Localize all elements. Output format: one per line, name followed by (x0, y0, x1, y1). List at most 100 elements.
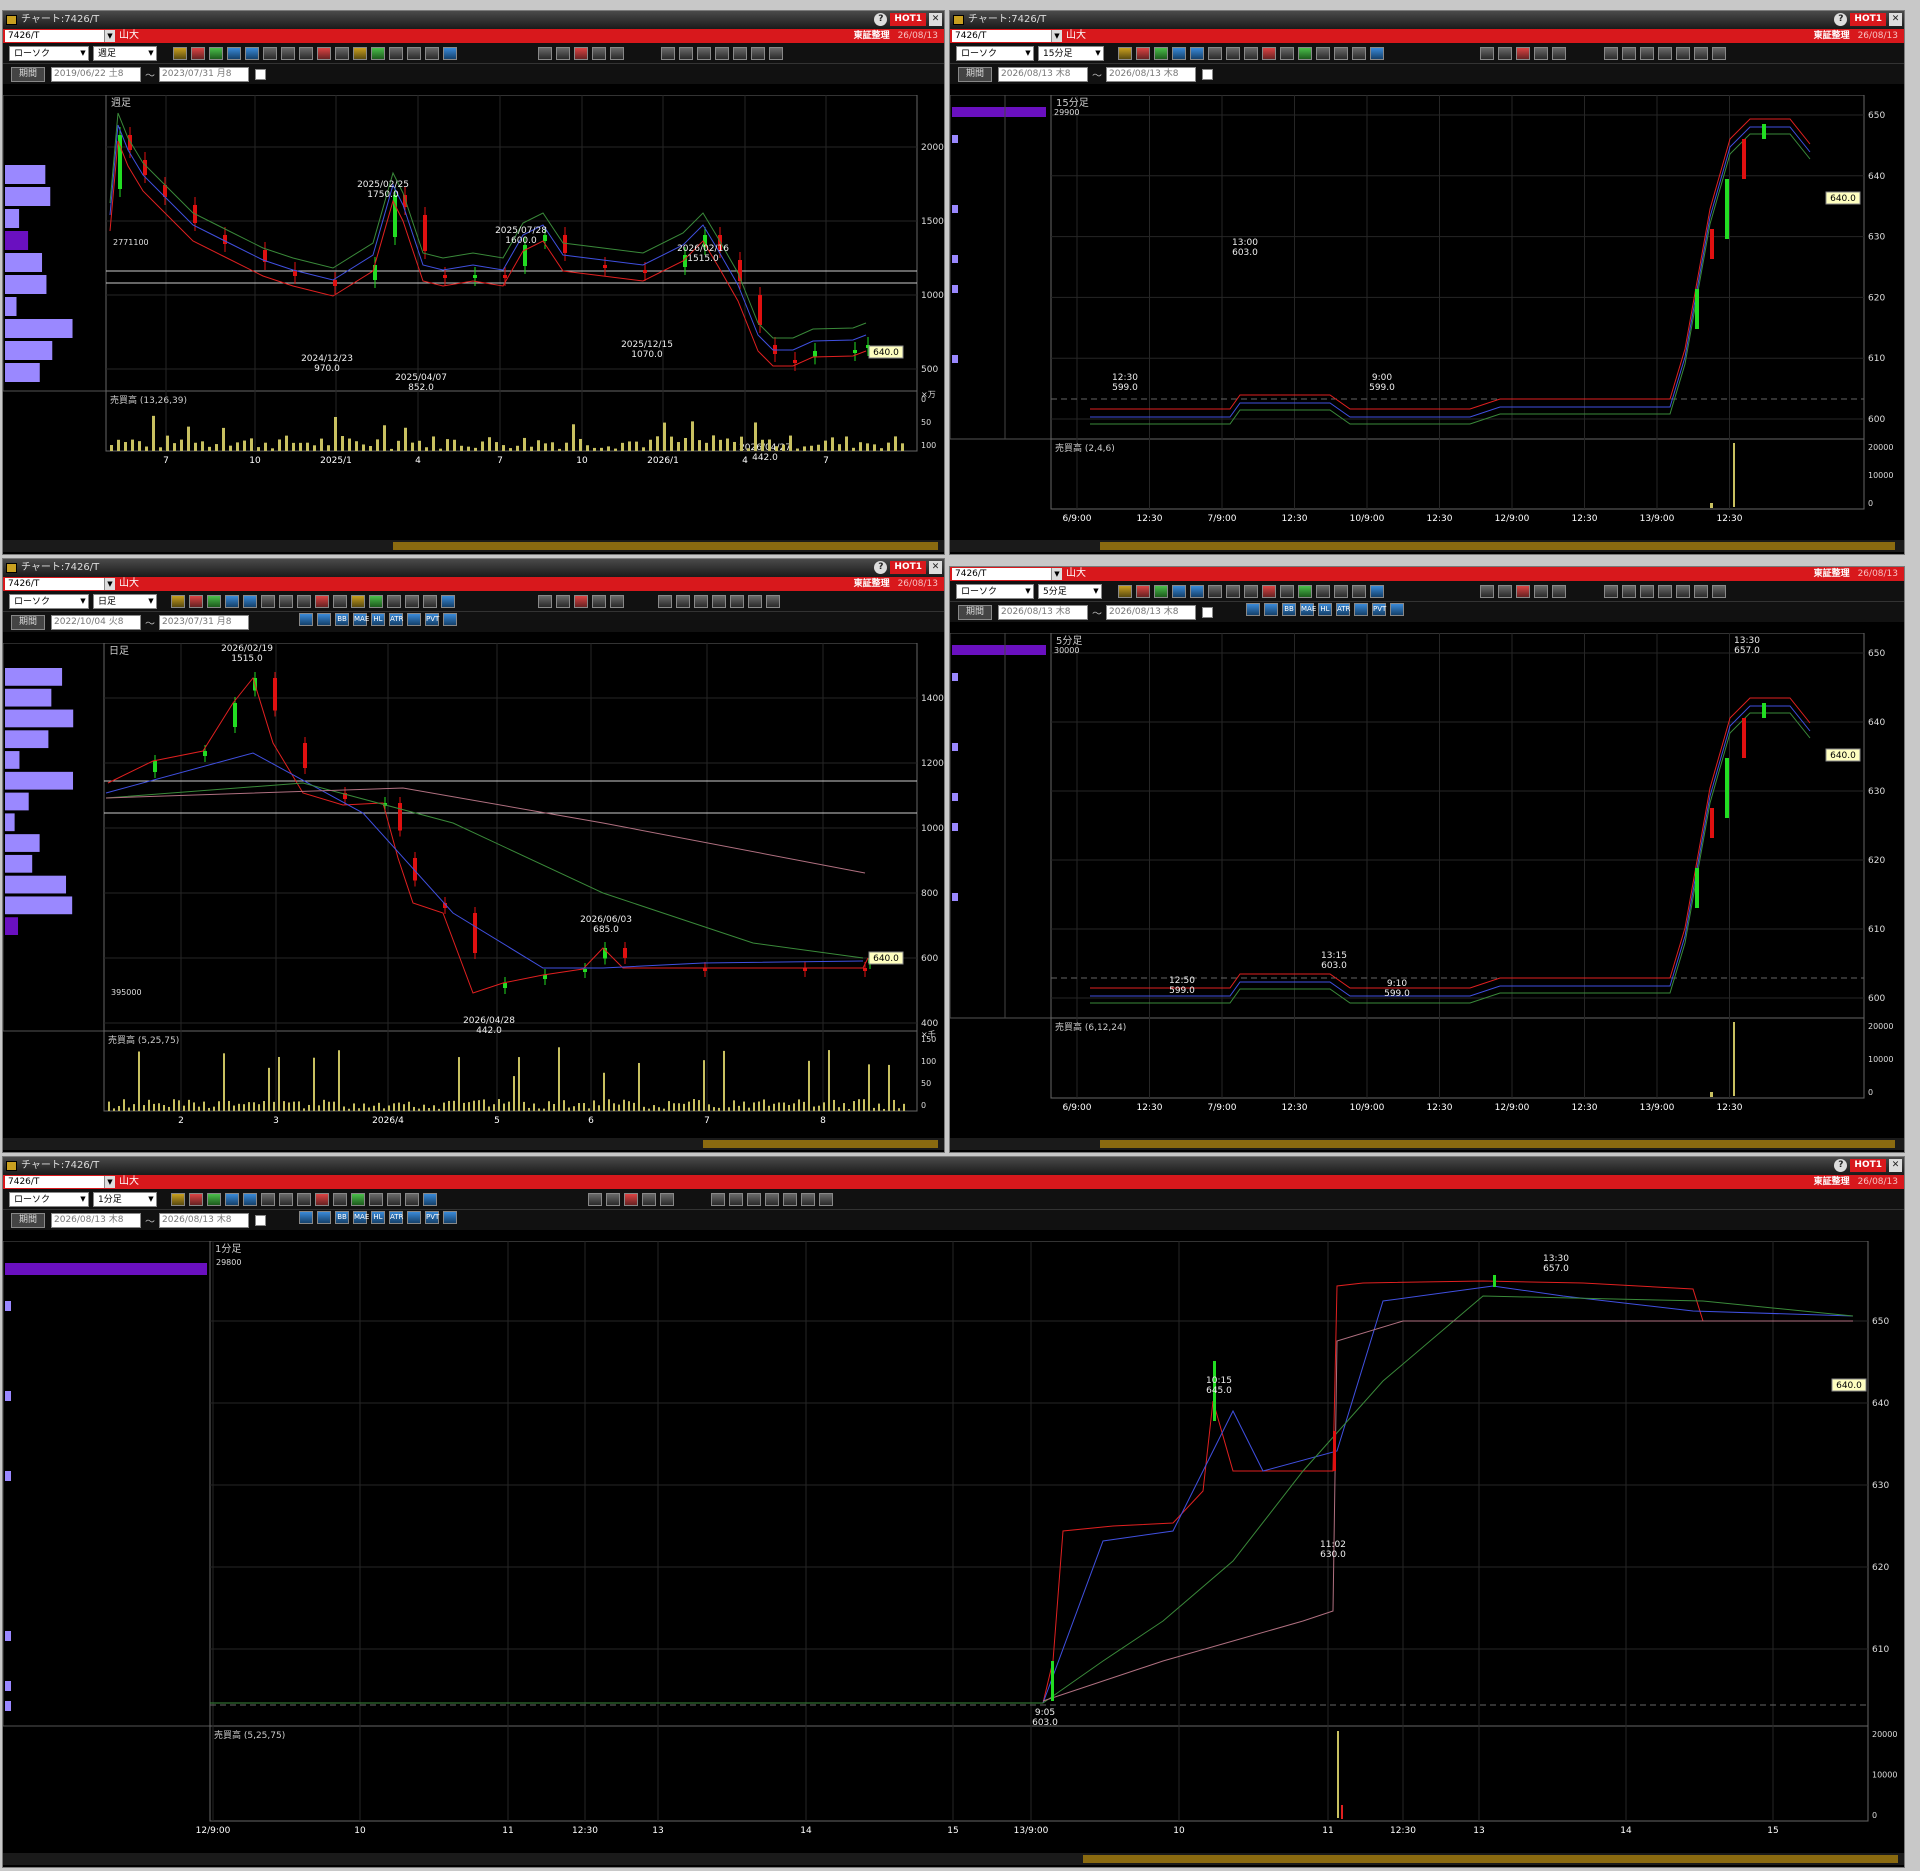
layout-icon[interactable] (748, 595, 762, 608)
cursor-icon[interactable] (1334, 585, 1348, 598)
indicator-icon[interactable] (299, 613, 313, 626)
indicator-atr[interactable]: ATR (389, 613, 403, 626)
indicator-bb[interactable]: BB (335, 613, 349, 626)
link-icon[interactable] (1552, 585, 1566, 598)
cursor-icon[interactable] (405, 595, 419, 608)
palette-icon[interactable] (1154, 47, 1168, 60)
indicator-hl[interactable]: HL (371, 613, 385, 626)
chart-type-select[interactable]: ローソク ▼ (9, 594, 89, 609)
layout-icon[interactable] (766, 595, 780, 608)
search-icon[interactable] (1226, 585, 1240, 598)
hot-button[interactable]: HOT1 (890, 561, 926, 574)
palette-icon[interactable] (1154, 585, 1168, 598)
date-to-input[interactable]: 2026/08/13 木8 (159, 1213, 249, 1228)
link-icon[interactable] (1552, 47, 1566, 60)
chevron-down-icon[interactable]: ▼ (1051, 568, 1062, 580)
check-icon[interactable] (1298, 585, 1312, 598)
layout-icon[interactable] (783, 1193, 797, 1206)
scrollbar-thumb[interactable] (393, 542, 938, 550)
layout-icon[interactable] (733, 47, 747, 60)
scrollbar-thumb[interactable] (703, 1140, 938, 1148)
layout-icon[interactable] (1658, 47, 1672, 60)
layout-icon[interactable] (694, 595, 708, 608)
layout-icon[interactable] (751, 47, 765, 60)
layout-icon[interactable] (1640, 585, 1654, 598)
layout-icon[interactable] (1658, 585, 1672, 598)
compare-icon[interactable] (1262, 585, 1276, 598)
checkbox[interactable] (255, 69, 266, 80)
chart-area[interactable]: 2000 1500 1000 500 7 10 2025/1 4 7 10 2026/1 4 7 週足売買… (3, 95, 944, 540)
all-icon[interactable] (1516, 585, 1530, 598)
help-icon[interactable]: ? (874, 561, 888, 574)
draw-icon[interactable] (1316, 47, 1330, 60)
globe-icon[interactable] (423, 1193, 437, 1206)
close-icon[interactable]: ✕ (929, 561, 942, 574)
indicator-atr[interactable]: ATR (1336, 603, 1350, 616)
cursor-icon[interactable] (387, 1193, 401, 1206)
chart-type-select[interactable]: ローソク ▼ (956, 46, 1034, 61)
cursor-icon[interactable] (1334, 47, 1348, 60)
zoom-icon[interactable] (1172, 585, 1186, 598)
layout-icon[interactable] (1622, 585, 1636, 598)
layout-icon[interactable] (1676, 585, 1690, 598)
close-icon[interactable]: ✕ (1889, 13, 1902, 26)
all-icon[interactable] (574, 595, 588, 608)
layout-icon[interactable] (1676, 47, 1690, 60)
window-titlebar[interactable]: チャート:7426/T ? HOT1 ✕ (3, 11, 944, 29)
link-icon[interactable] (660, 1193, 674, 1206)
compare-icon[interactable] (315, 1193, 329, 1206)
indicator-icon[interactable] (443, 1211, 457, 1224)
indicator-pvt[interactable]: PVT (425, 1211, 439, 1224)
layout-icon[interactable] (679, 47, 693, 60)
layout-icon[interactable] (711, 1193, 725, 1206)
layout-icon[interactable] (1640, 47, 1654, 60)
log-icon[interactable] (592, 595, 606, 608)
zoom-in-icon[interactable] (538, 47, 552, 60)
indicator-hl[interactable]: HL (1318, 603, 1332, 616)
draw-icon[interactable] (387, 595, 401, 608)
search-icon[interactable] (279, 595, 293, 608)
draw-icon[interactable] (389, 47, 403, 60)
print-icon[interactable] (1352, 585, 1366, 598)
chart-area[interactable]: 1400120010008006004002 3 2026/4 5 6 7 8日足売買高 (… (3, 643, 944, 1140)
chart-area[interactable]: 650 640 630 620 610 600 6/9:00 12:30 7/9:00 12:30… (950, 95, 1904, 540)
date-from-input[interactable]: 2026/08/13 木8 (51, 1213, 141, 1228)
layout-icon[interactable] (661, 47, 675, 60)
layout-icon[interactable] (801, 1193, 815, 1206)
indicator-icon[interactable] (443, 613, 457, 626)
chevron-down-icon[interactable]: ▼ (104, 578, 115, 590)
close-icon[interactable]: ✕ (929, 13, 942, 26)
hot-button[interactable]: HOT1 (890, 13, 926, 26)
globe-icon[interactable] (1370, 47, 1384, 60)
layout-icon[interactable] (730, 595, 744, 608)
settings-icon[interactable] (173, 47, 187, 60)
grid-icon[interactable] (335, 47, 349, 60)
zoom-out-icon[interactable] (556, 47, 570, 60)
chart-area[interactable]: 650 640 630 620 610 12/9:00 10 11 12:30 13 14 15 13/… (3, 1241, 1904, 1853)
window-titlebar[interactable]: チャート:7426/T ? HOT1 ✕ (3, 1157, 1904, 1175)
zoom-out-icon[interactable] (1498, 47, 1512, 60)
zoom-icon[interactable] (227, 47, 241, 60)
download-icon[interactable] (1208, 585, 1222, 598)
help-icon[interactable]: ? (1834, 1159, 1848, 1172)
window-icon[interactable] (1190, 585, 1204, 598)
check-icon[interactable] (351, 1193, 365, 1206)
scrollbar[interactable] (3, 1138, 944, 1150)
print-icon[interactable] (1352, 47, 1366, 60)
download-icon[interactable] (263, 47, 277, 60)
close-icon[interactable]: ✕ (1889, 1159, 1902, 1172)
date-to-input[interactable]: 2023/07/31 月8 (159, 67, 249, 82)
indicator-mae[interactable]: MAE (353, 1211, 369, 1224)
period-type-select[interactable]: 日足 ▼ (93, 594, 157, 609)
indicator-icon[interactable] (1354, 603, 1368, 616)
indicator-bb[interactable]: BB (335, 1211, 349, 1224)
zoom-out-icon[interactable] (556, 595, 570, 608)
download-icon[interactable] (261, 595, 275, 608)
indicator-icon[interactable] (1246, 603, 1260, 616)
layout-icon[interactable] (769, 47, 783, 60)
chevron-down-icon[interactable]: ▼ (104, 30, 115, 42)
zoom-icon[interactable] (1172, 47, 1186, 60)
indicator-pvt[interactable]: PVT (1372, 603, 1386, 616)
period-button[interactable]: 期間 (958, 67, 992, 82)
compare-icon[interactable] (1262, 47, 1276, 60)
